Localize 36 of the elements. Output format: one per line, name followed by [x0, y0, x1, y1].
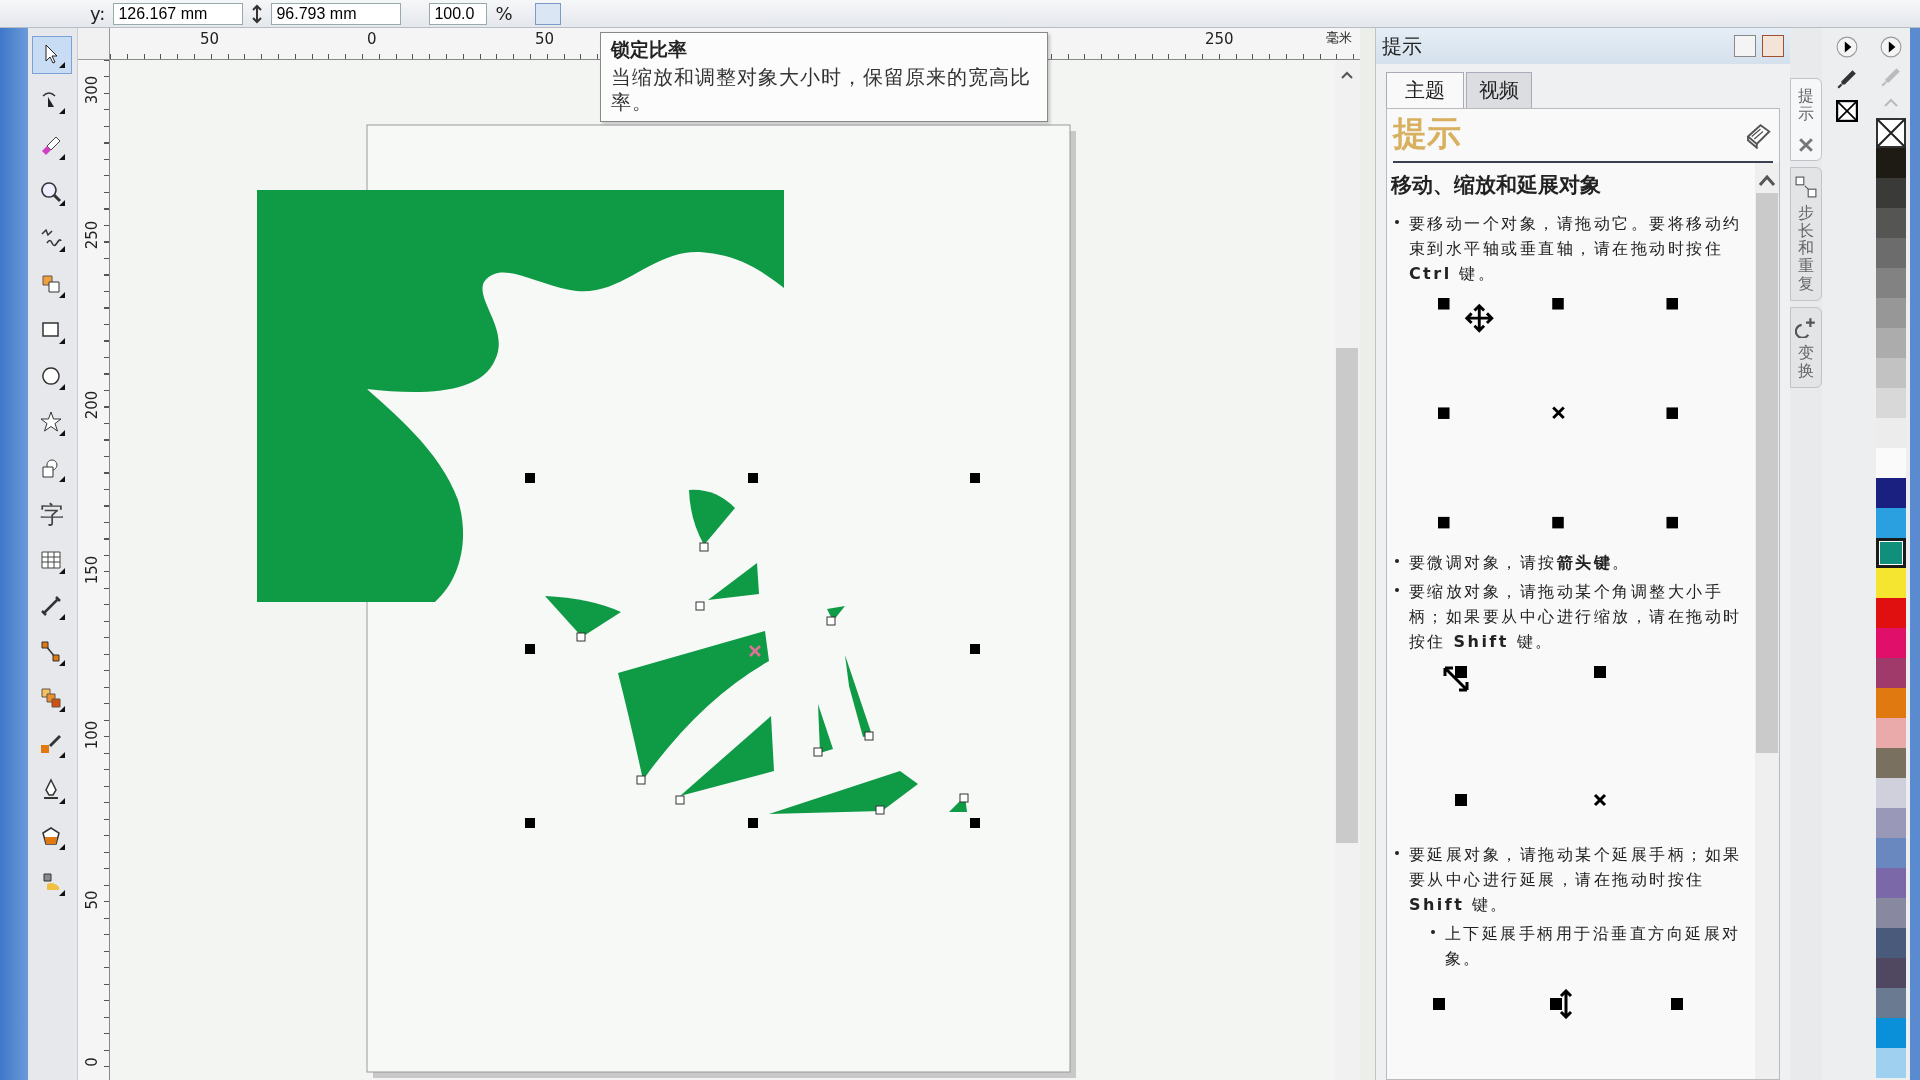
hint-text: 要移动一个对象，请拖动它。要将移动约束到水平轴或垂直轴，请在拖动时按住 Ctrl 键。 [1408, 213, 1743, 285]
tooltip-title: 锁定比率 [611, 37, 688, 62]
side-tab[interactable]: 变换 [1790, 307, 1823, 389]
y-label: y: [90, 3, 106, 24]
side-tab[interactable]: 步长和重复 [1790, 167, 1823, 302]
ruler-label: 150 [82, 554, 101, 586]
y-position-field[interactable]: 126.167 mm [113, 2, 244, 25]
docker-tab[interactable]: 视频 [1465, 72, 1532, 108]
ruler-label: 250 [82, 219, 101, 251]
side-tab-label: 变换 [1798, 344, 1815, 380]
ruler-label: 50 [534, 30, 554, 48]
hint-text: 要延展对象，请拖动某个延展手柄；如果要从中心进行延展，请在拖动时按住 Shift 键。 [1408, 844, 1743, 916]
topic-title: 移动、缩放和延展对象 [1390, 172, 1602, 199]
ruler-label: 100 [82, 719, 101, 751]
scale-field[interactable]: 100.0 [429, 2, 488, 25]
ruler-label: 0 [82, 1056, 101, 1069]
ruler-label: 0 [366, 30, 377, 48]
docker-tab[interactable]: 主题 [1385, 72, 1464, 108]
ruler-label: 200 [82, 389, 101, 421]
percent-label: % [495, 3, 513, 24]
docker-title: 提示 [1381, 32, 1423, 60]
hints-heading: 提示 [1392, 112, 1461, 155]
ruler-label: 300 [82, 74, 101, 106]
ruler-unit: 毫米 [1325, 29, 1352, 47]
ruler-label: 50 [82, 889, 101, 912]
hint-text: 上下延展手柄用于沿垂直方向延展对象。 [1444, 923, 1742, 970]
ruler-label: 250 [1204, 30, 1234, 48]
hint-text: 要缩放对象，请拖动某个角调整大小手柄；如果要从中心进行缩放，请在拖动时按住 Shift 键。 [1408, 581, 1743, 653]
side-tab-label: 步长和重复 [1798, 204, 1815, 293]
side-tab-label: 提示 [1798, 87, 1815, 123]
side-tab[interactable]: 提示 [1790, 78, 1823, 162]
tooltip-text: 当缩放和调整对象大小时，保留原来的宽高比率。 [611, 65, 1032, 115]
height-field[interactable]: 96.793 mm [271, 2, 402, 25]
ruler-label: 50 [199, 30, 219, 48]
text-tool[interactable]: 字 [32, 496, 73, 534]
hint-text: 要微调对象，请按箭头键。 [1408, 552, 1632, 574]
